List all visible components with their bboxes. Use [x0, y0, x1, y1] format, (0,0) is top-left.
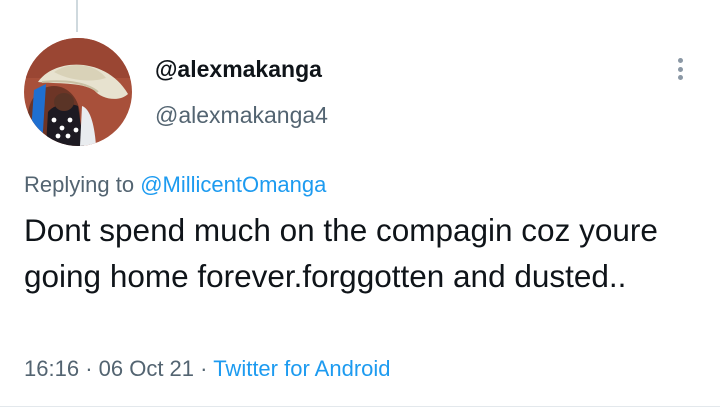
meta-separator: ·: [85, 356, 93, 381]
reply-mention-link[interactable]: @MillicentOmanga: [140, 172, 326, 197]
author-display-name[interactable]: @alexmakanga: [155, 56, 322, 83]
avatar-image: [24, 38, 132, 146]
more-vertical-icon[interactable]: [667, 52, 693, 86]
replying-to: Replying to @MillicentOmanga: [24, 172, 326, 198]
tweet-date[interactable]: 06 Oct 21: [99, 356, 194, 381]
more-dot: [677, 75, 683, 80]
meta-separator: ·: [200, 356, 208, 381]
tweet-time[interactable]: 16:16: [24, 356, 79, 381]
author-handle[interactable]: @alexmakanga4: [155, 102, 328, 129]
thread-connector-line: [76, 0, 78, 32]
more-dot: [677, 66, 683, 72]
replying-to-label: Replying to: [24, 172, 135, 197]
tweet-metadata: 16:16 · 06 Oct 21 · Twitter for Android: [24, 356, 391, 382]
more-dot: [677, 58, 683, 63]
tweet-source-link[interactable]: Twitter for Android: [213, 356, 390, 381]
avatar[interactable]: [24, 38, 132, 146]
tweet-text: Dont spend much on the compagin coz your…: [24, 212, 658, 294]
tweet-card: @alexmakanga @alexmakanga4 Replying to @…: [0, 0, 720, 407]
